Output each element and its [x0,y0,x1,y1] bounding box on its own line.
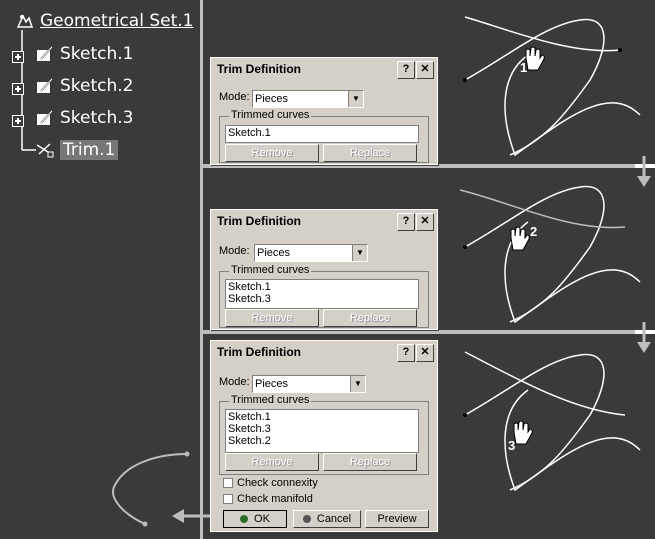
curves-viewport-3 [463,351,641,492]
tree-root-geometrical-set[interactable]: Geometrical Set.1 [16,11,193,31]
close-button[interactable]: ✕ [416,61,434,79]
dialog-title: Trim Definition ? ✕ [211,341,437,363]
replace-button[interactable]: Replace [323,453,417,471]
dialog-title-text: Trim Definition [217,345,301,359]
help-button[interactable]: ? [397,344,415,362]
tree-item-sketch2[interactable]: Sketch.2 [36,76,134,96]
trimmed-curves-list[interactable]: Sketch.1 Sketch.3 [225,279,419,309]
expand-sketch3-icon[interactable] [12,115,24,127]
help-button[interactable]: ? [397,213,415,231]
remove-button[interactable]: Remove [225,144,319,162]
tree-item-trim1[interactable]: Trim.1 [36,140,119,160]
expand-sketch2-icon[interactable] [12,83,24,95]
replace-button[interactable]: Replace [323,309,417,327]
ok-icon [240,515,249,524]
tree-item-label: Sketch.2 [60,76,134,96]
trimmed-curves-label: Trimmed curves [229,109,312,121]
tree-root-label: Geometrical Set.1 [40,11,194,31]
sketch-icon [37,78,53,93]
step-number: 3 [508,438,516,453]
dialog-title-text: Trim Definition [217,214,301,228]
mode-label: Mode: [219,245,250,257]
mode-label: Mode: [219,376,250,388]
checkbox-icon [223,494,233,505]
tree-item-sketch3[interactable]: Sketch.3 [36,108,134,128]
trim-icon [36,143,54,158]
list-item[interactable]: Sketch.1 [228,281,416,293]
step-number: 2 [530,224,538,239]
sketch-icon [37,46,53,61]
help-button[interactable]: ? [397,61,415,79]
checkbox-icon [223,478,233,489]
mode-value: Pieces [255,378,289,390]
tree-item-label: Sketch.1 [60,44,134,64]
mode-value: Pieces [257,247,291,259]
checkbox-label: Check connexity [237,477,318,489]
curves-viewport-2 [459,185,641,324]
mode-value: Pieces [255,93,289,105]
trimmed-curves-list[interactable]: Sketch.1 [225,125,419,143]
list-item[interactable]: Sketch.3 [228,423,416,435]
catia-trim-screenshot: Geometrical Set.1 Sketch.1 Sketch.2 Sket… [0,0,655,539]
mode-select[interactable]: Pieces ▼ [252,375,366,393]
preview-button[interactable]: Preview [365,510,429,528]
list-item[interactable]: Sketch.2 [228,435,416,447]
chevron-down-icon: ▼ [348,91,363,107]
dialog-title-text: Trim Definition [217,62,301,76]
dialog-title: Trim Definition ? ✕ [211,210,437,232]
geometrical-set-icon [16,14,34,28]
tree-item-label: Sketch.3 [60,108,134,128]
cancel-icon [302,515,311,524]
step-number: 1 [520,60,528,75]
ok-button[interactable]: OK [223,510,287,528]
close-button[interactable]: ✕ [416,213,434,231]
replace-button[interactable]: Replace [323,144,417,162]
mode-select[interactable]: Pieces ▼ [254,244,368,262]
curves-viewport-1 [463,16,641,157]
mode-label: Mode: [219,91,250,103]
chevron-down-icon: ▼ [350,376,365,392]
check-manifold-checkbox[interactable]: Check manifold [223,493,313,505]
panel-divider-horizontal [203,330,635,334]
tree-item-label-selected: Trim.1 [60,140,119,160]
trimmed-curves-label: Trimmed curves [229,264,312,276]
list-item[interactable]: Sketch.1 [228,411,416,423]
chevron-down-icon: ▼ [352,245,367,261]
list-item[interactable]: Sketch.3 [228,293,416,305]
trimmed-curves-label: Trimmed curves [229,394,312,406]
check-connexity-checkbox[interactable]: Check connexity [223,477,318,489]
dialog-title: Trim Definition ? ✕ [211,58,437,80]
ok-label: OK [254,513,270,525]
mode-select[interactable]: Pieces ▼ [252,90,364,108]
cancel-button[interactable]: Cancel [293,510,361,528]
close-button[interactable]: ✕ [416,344,434,362]
checkbox-label: Check manifold [237,493,313,505]
remove-button[interactable]: Remove [225,453,319,471]
cancel-label: Cancel [316,513,352,525]
trim-definition-dialog-2: Trim Definition ? ✕ Mode: Pieces ▼ Trimme… [210,209,438,330]
list-item[interactable]: Sketch.1 [228,127,416,139]
expand-sketch1-icon[interactable] [12,51,24,63]
tree-item-sketch1[interactable]: Sketch.1 [36,44,134,64]
remove-button[interactable]: Remove [225,309,319,327]
trim-definition-dialog-3: Trim Definition ? ✕ Mode: Pieces ▼ Trimme… [210,340,438,532]
sketch-icon [37,110,53,125]
trimmed-curves-list[interactable]: Sketch.1 Sketch.3 Sketch.2 [225,409,419,453]
trim-definition-dialog-1: Trim Definition ? ✕ Mode: Pieces ▼ Trimme… [210,57,438,165]
hand-cursor-icon [510,226,530,251]
